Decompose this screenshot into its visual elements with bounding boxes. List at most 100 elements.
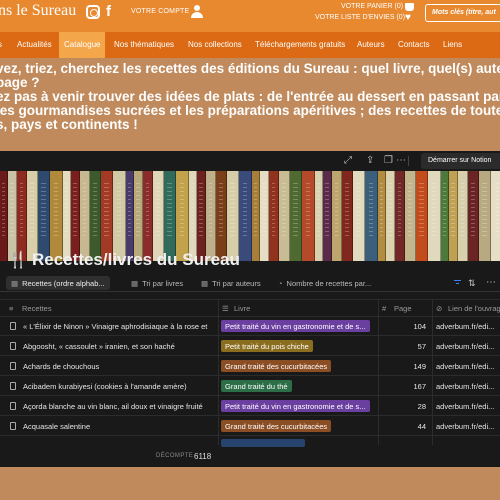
search-input[interactable]: Mots clés (titre, aut (425, 4, 500, 22)
book-spine (71, 171, 80, 261)
book-spine (386, 171, 395, 261)
book-spine (428, 171, 441, 261)
page-number: 57 (417, 342, 426, 351)
toolbar-divider (408, 156, 409, 166)
recipe-title[interactable]: « L'Élixir de Ninon » Vinaigre aphrodisi… (23, 322, 219, 331)
page-icon (10, 342, 16, 350)
recipe-title[interactable]: Achards de chouchous (23, 362, 219, 371)
book-spine (302, 171, 315, 261)
recipe-title[interactable]: Acibadem kurabiyesi (cookies à l'amande … (23, 382, 219, 391)
recipe-title[interactable]: Acquasale salentine (23, 422, 219, 431)
book-tag: Grand traité des cucurbitacées (221, 420, 332, 432)
tab-label: Recettes (ordre alphab... (22, 279, 105, 288)
share-icon[interactable]: ⇪ (366, 155, 374, 166)
table-row[interactable]: Abgoosht, « cassoulet » iranien, et son … (0, 337, 500, 356)
intro-line: ez pas à venir trouver des idées de plat… (0, 89, 500, 104)
copy-icon[interactable]: ❐ (384, 155, 393, 166)
more-icon[interactable]: ⋯ (486, 277, 496, 288)
book-spine (90, 171, 101, 261)
book-spine (101, 171, 113, 261)
start-notion-button[interactable]: Démarrer sur Notion (421, 153, 500, 169)
page-icon (10, 422, 16, 430)
book-spine (468, 171, 479, 261)
cart-link[interactable]: VOTRE PANIER (0) (341, 3, 403, 10)
book-link[interactable]: adverbum.fr/edi... (436, 382, 494, 391)
nav-item-actualites[interactable]: Actualités (17, 40, 52, 49)
book-spine (252, 171, 260, 261)
book-spine (342, 171, 353, 261)
filter-icon[interactable] (454, 280, 461, 285)
column-header-recettes[interactable]: Recettes (22, 304, 52, 313)
page-icon (10, 402, 16, 410)
nav-item-collections[interactable]: Nos collections (188, 40, 242, 49)
expand-icon[interactable]: ⤢ (344, 155, 352, 166)
sort-icon[interactable]: ⇅ (468, 278, 476, 289)
recipe-title[interactable]: Açorda blanche au vin blanc, ail doux et… (23, 402, 219, 411)
column-header-livre[interactable]: Livre (234, 304, 250, 313)
book-tag: Grand traité du thé (221, 380, 292, 392)
list-icon: ☰ (222, 304, 229, 313)
book-tag: Petit traité du vin en gastronomie et de… (221, 400, 370, 412)
column-header-page[interactable]: Page (394, 304, 412, 313)
intro-line: les gourmandises sucrées et les préparat… (0, 103, 500, 118)
nav-item-catalogue[interactable]: Catalogue (59, 32, 106, 58)
more-icon[interactable]: ⋯ (396, 155, 406, 166)
book-link[interactable]: adverbum.fr/edi... (436, 322, 494, 331)
page-icon (10, 322, 16, 330)
page-icon (10, 362, 16, 370)
view-tabs: ▦ Recettes (ordre alphab... ▦ Tri par livr… (0, 274, 500, 292)
book-spine (189, 171, 197, 261)
database-title: Recettes/livres du Sureau (32, 250, 240, 269)
chart-icon: ◔ (278, 279, 283, 288)
main-nav: s Actualités Catalogue Nos thématiques N… (0, 32, 500, 58)
tab-tri-auteurs[interactable]: ▦ Tri par auteurs (196, 276, 266, 290)
nav-item-thematiques[interactable]: Nos thématiques (114, 40, 174, 49)
user-icon[interactable] (191, 5, 203, 19)
tab-tri-livres[interactable]: ▦ Tri par livres (126, 276, 188, 290)
account-link[interactable]: VOTRE COMPTE (131, 8, 189, 15)
wishlist-link[interactable]: VOTRE LISTE D'ENVIES (0) (315, 14, 405, 21)
page-number: 44 (417, 422, 426, 431)
table-row[interactable]: Acquasale salentine Grand traité des cucu… (0, 417, 500, 436)
table-row[interactable]: Achards de chouchous Grand traité des cuc… (0, 357, 500, 376)
instagram-icon[interactable] (86, 5, 100, 19)
nav-item-telechargements[interactable]: Téléchargements gratuits (255, 40, 345, 49)
table-icon: ▦ (201, 279, 209, 288)
fork-knife-icon: 🍴 (8, 252, 28, 269)
link-icon: ⊘ (436, 304, 443, 313)
column-header-lien[interactable]: Lien de l'ouvrag (448, 304, 500, 313)
nav-item-contacts[interactable]: Contacts (398, 40, 430, 49)
nav-item-accueil[interactable]: s (0, 40, 2, 49)
book-spine (416, 171, 428, 261)
page-number: 28 (417, 402, 426, 411)
book-link[interactable]: adverbum.fr/edi... (436, 422, 494, 431)
book-link[interactable]: adverbum.fr/edi... (436, 342, 494, 351)
heart-icon[interactable]: ♥ (405, 13, 411, 23)
table-row[interactable]: Acibadem kurabiyesi (cookies à l'amande … (0, 377, 500, 396)
site-logo[interactable]: ns le Sureau (0, 2, 76, 20)
book-spine (227, 171, 239, 261)
table-row[interactable]: « L'Élixir de Ninon » Vinaigre aphrodisi… (0, 317, 500, 336)
book-spine (441, 171, 449, 261)
tab-recettes-alpha[interactable]: ▦ Recettes (ordre alphab... (6, 276, 110, 290)
tab-nombre-recettes[interactable]: ◔ Nombre de recettes par... (273, 276, 376, 290)
nav-item-liens[interactable]: Liens (443, 40, 462, 49)
book-link[interactable]: adverbum.fr/edi... (436, 362, 494, 371)
recipe-title[interactable]: Abgoosht, « cassoulet » iranien, et son … (23, 342, 219, 351)
cart-icon[interactable] (405, 3, 414, 11)
book-spine (458, 171, 468, 261)
table-row[interactable]: Açorda blanche au vin blanc, ail doux et… (0, 397, 500, 416)
book-spine (332, 171, 342, 261)
book-link[interactable]: adverbum.fr/edi... (436, 402, 494, 411)
book-spine (353, 171, 365, 261)
book-spine (126, 171, 134, 261)
facebook-icon[interactable]: f (106, 3, 120, 20)
nav-item-auteurs[interactable]: Auteurs (357, 40, 385, 49)
book-spine (206, 171, 216, 261)
page-number: 167 (413, 382, 426, 391)
book-spine (176, 171, 189, 261)
hash-icon: # (382, 304, 387, 313)
table-icon: ▦ (11, 279, 19, 288)
book-tag: Petit traité du vin en gastronomie et de… (221, 320, 370, 332)
book-spine (50, 171, 63, 261)
